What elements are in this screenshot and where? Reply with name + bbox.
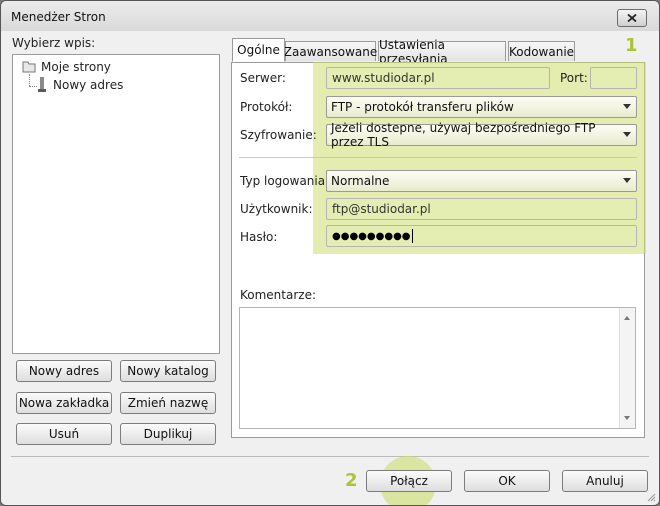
title-bar: Menedżer Stron xyxy=(1,1,659,31)
protocol-label: Protokół: xyxy=(240,100,293,114)
close-icon xyxy=(627,14,637,22)
protocol-value: FTP - protokół transferu plików xyxy=(331,100,514,114)
tree-connector xyxy=(29,74,30,86)
chevron-down-icon xyxy=(623,132,631,137)
delete-button[interactable]: Usuń xyxy=(16,423,112,445)
select-entry-label: Wybierz wpis: xyxy=(12,36,96,50)
tree-child-label: Nowy adres xyxy=(53,78,124,92)
site-manager-window: Menedżer Stron Wybierz wpis: Moje strony xyxy=(0,0,660,506)
footer-divider xyxy=(11,456,649,457)
tab-transfer-settings[interactable]: Ustawienia przesyłania xyxy=(378,38,506,66)
tree-item-my-sites[interactable]: Moje strony xyxy=(21,60,111,74)
dialog-body: Wybierz wpis: Moje strony Nowy adres Now… xyxy=(1,31,659,505)
cancel-button[interactable]: Anuluj xyxy=(562,470,648,492)
encryption-label: Szyfrowanie: xyxy=(240,128,317,142)
logon-type-label: Typ logowania: xyxy=(240,174,330,188)
tab-advanced[interactable]: Zaawansowane xyxy=(284,41,377,61)
logon-type-select[interactable]: Normalne xyxy=(326,170,637,192)
text-caret xyxy=(411,229,413,243)
window-title: Menedżer Stron xyxy=(11,10,106,24)
encryption-select[interactable]: Jeżeli dostepne, używaj bezpośredniego F… xyxy=(326,121,637,149)
new-bookmark-button[interactable]: Nowa zakładka xyxy=(16,392,112,414)
callout-number-2: 2 xyxy=(345,470,358,491)
user-label: Użytkownik: xyxy=(240,202,313,216)
duplicate-button[interactable]: Duplikuj xyxy=(120,423,216,445)
chevron-down-icon xyxy=(623,104,631,109)
comments-textarea[interactable] xyxy=(239,307,636,429)
comments-scrollbar[interactable] xyxy=(619,308,635,428)
callout-number-1: 1 xyxy=(625,35,638,56)
rename-button[interactable]: Zmień nazwę xyxy=(120,392,216,414)
ok-button[interactable]: OK xyxy=(464,470,550,492)
logon-type-value: Normalne xyxy=(331,174,390,188)
scroll-down-icon[interactable] xyxy=(624,416,630,420)
port-input[interactable] xyxy=(590,67,637,89)
protocol-select[interactable]: FTP - protokół transferu plików xyxy=(326,96,637,118)
encryption-value: Jeżeli dostepne, używaj bezpośredniego F… xyxy=(331,121,596,149)
password-value: ●●●●●●●●● xyxy=(332,230,411,242)
site-tree[interactable]: Moje strony Nowy adres xyxy=(12,54,220,354)
tab-charset[interactable]: Kodowanie xyxy=(508,41,575,61)
tab-general[interactable]: Ogólne xyxy=(232,38,285,62)
password-label: Hasło: xyxy=(240,230,278,244)
comments-label: Komentarze: xyxy=(240,288,317,302)
password-input[interactable]: ●●●●●●●●● xyxy=(326,225,637,247)
close-button[interactable] xyxy=(617,9,647,27)
form-divider xyxy=(239,157,637,158)
port-label: Port: xyxy=(560,71,588,85)
chevron-down-icon xyxy=(623,178,631,183)
resize-grip-icon[interactable] xyxy=(646,492,656,502)
tree-connector-h xyxy=(29,86,37,87)
scroll-up-icon[interactable] xyxy=(624,316,630,320)
new-folder-button[interactable]: Nowy katalog xyxy=(120,360,216,382)
folder-icon xyxy=(22,61,36,73)
server-icon xyxy=(38,77,46,92)
server-input[interactable]: www.studiodar.pl xyxy=(326,67,550,89)
user-input[interactable]: ftp@studiodar.pl xyxy=(326,198,637,220)
tree-root-label: Moje strony xyxy=(41,60,111,74)
server-label: Serwer: xyxy=(240,71,286,85)
connect-button[interactable]: Połącz xyxy=(366,470,452,492)
new-site-button[interactable]: Nowy adres xyxy=(16,360,112,382)
tree-item-new-site[interactable]: Nowy adres xyxy=(37,77,123,93)
